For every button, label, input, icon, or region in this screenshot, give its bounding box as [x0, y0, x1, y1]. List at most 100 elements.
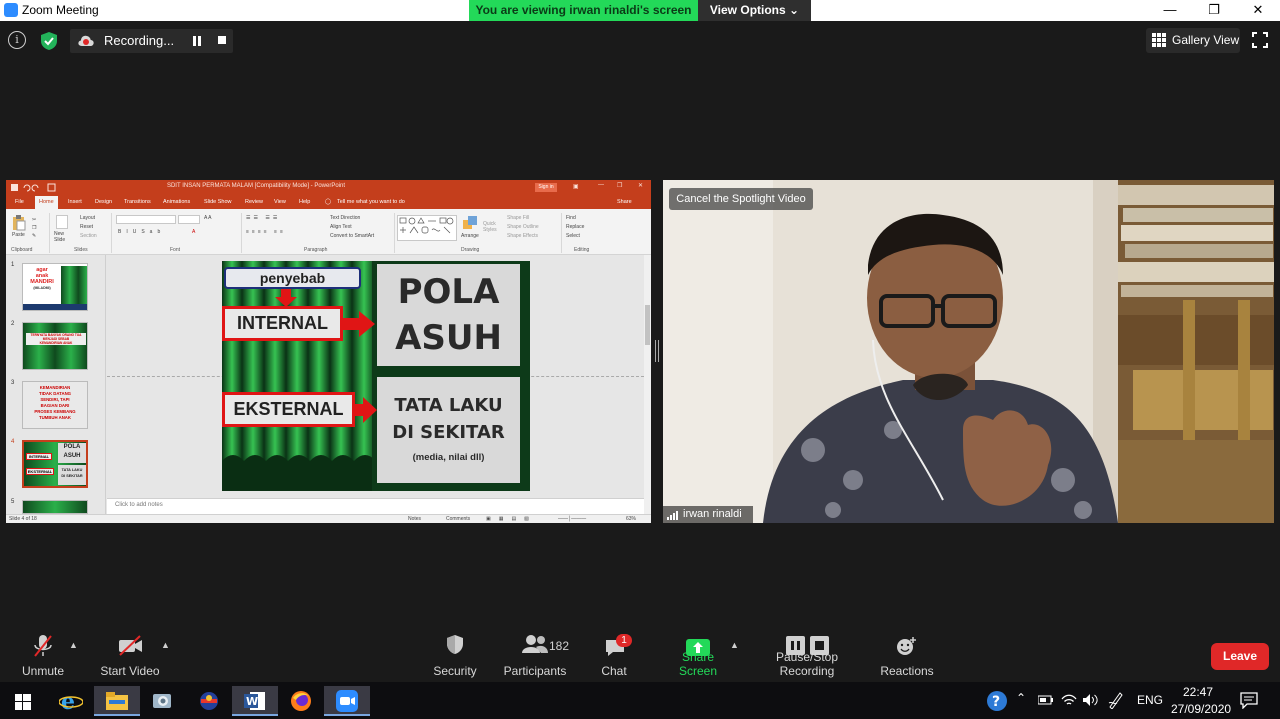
- encryption-shield-icon[interactable]: [38, 30, 60, 52]
- pause-recording-icon[interactable]: [192, 36, 202, 46]
- slide-thumbnail-1[interactable]: agar anak MANDIRI (MILADMI): [22, 263, 88, 311]
- paste-label[interactable]: Paste: [12, 232, 25, 238]
- slide-thumbnails-pane[interactable]: 1 agar anak MANDIRI (MILADMI) 2 TERNYATA…: [6, 255, 106, 514]
- taskbar-date[interactable]: 27/09/2020: [1171, 702, 1231, 716]
- minimize-icon[interactable]: —: [1148, 0, 1192, 21]
- align-text-button[interactable]: Align Text: [330, 224, 352, 230]
- start-video-button[interactable]: Start Video: [96, 634, 164, 678]
- slide-thumbnail-5[interactable]: [22, 500, 88, 514]
- ppt-tab[interactable]: Animations: [163, 199, 190, 205]
- section-button[interactable]: Section: [80, 233, 97, 239]
- paste-icon[interactable]: [12, 215, 26, 231]
- text-direction-button[interactable]: Text Direction: [330, 215, 360, 221]
- replace-button[interactable]: Replace: [566, 224, 584, 230]
- view-mode-icons[interactable]: ▣▦▤▧: [486, 516, 537, 522]
- ppt-maximize-icon[interactable]: ❐: [617, 182, 622, 189]
- ppt-scrollbar[interactable]: [644, 255, 651, 514]
- list-icons[interactable]: ☰☰ ☰☰: [246, 215, 280, 221]
- font-family-select[interactable]: [116, 215, 176, 224]
- unmute-button[interactable]: Unmute: [18, 634, 68, 678]
- ppt-tab[interactable]: Transitions: [124, 199, 151, 205]
- font-size-select[interactable]: [178, 215, 200, 224]
- internet-explorer-icon[interactable]: e: [48, 686, 94, 716]
- arrange-icon[interactable]: [462, 215, 478, 231]
- shared-screen[interactable]: SDIT INSAN PERMATA MALAM [Compatibility …: [6, 180, 651, 523]
- slide-thumbnail-4-selected[interactable]: POLA ASUH INTERNAL EKSTERNAL TATA LAKU D…: [22, 440, 88, 488]
- zoom-slider[interactable]: ——│———: [558, 516, 586, 522]
- split-view-handle[interactable]: [655, 340, 659, 362]
- ppt-tab[interactable]: Help: [299, 199, 310, 205]
- font-format-icons[interactable]: BIUSab: [118, 229, 165, 235]
- current-slide[interactable]: penyebab INTERNAL EKSTERNAL POLA ASUH TA…: [222, 261, 530, 491]
- shape-effects-button[interactable]: Shape Effects: [507, 233, 538, 239]
- pause-stop-recording-button[interactable]: Pause/Stop Recording: [750, 634, 864, 678]
- arrange-label[interactable]: Arrange: [461, 233, 479, 239]
- new-slide-label[interactable]: New Slide: [54, 231, 72, 243]
- leave-button[interactable]: Leave: [1211, 643, 1269, 670]
- view-options-button[interactable]: View Options ⌄: [698, 0, 811, 21]
- notes-toggle[interactable]: Notes: [408, 516, 421, 522]
- cancel-spotlight-button[interactable]: Cancel the Spotlight Video: [669, 188, 813, 210]
- layout-button[interactable]: Layout: [80, 215, 95, 221]
- participants-button[interactable]: 182 Participants: [502, 634, 569, 678]
- fullscreen-icon[interactable]: [1252, 32, 1268, 48]
- shape-fill-button[interactable]: Shape Fill: [507, 215, 529, 221]
- font-grow-icon[interactable]: A A: [204, 215, 212, 221]
- video-options-caret-icon[interactable]: ▲: [161, 640, 170, 650]
- quick-styles-label[interactable]: Quick Styles: [483, 221, 501, 233]
- app-icon[interactable]: [140, 686, 186, 716]
- find-button[interactable]: Find: [566, 215, 576, 221]
- align-icons[interactable]: ≡≡≡≡ ≡≡: [246, 229, 286, 235]
- new-slide-icon[interactable]: [56, 215, 68, 229]
- convert-smartart-button[interactable]: Convert to SmartArt: [330, 233, 374, 239]
- ppt-sign-in-button[interactable]: Sign in: [535, 183, 557, 192]
- maximize-icon[interactable]: ❐: [1192, 0, 1236, 21]
- pen-workspace-icon[interactable]: [1108, 691, 1124, 709]
- ppt-minimize-icon[interactable]: —: [598, 182, 604, 188]
- stop-recording-icon[interactable]: [218, 36, 226, 44]
- participant-video[interactable]: [663, 180, 1274, 523]
- notifications-icon[interactable]: [1240, 691, 1258, 709]
- shape-outline-button[interactable]: Shape Outline: [507, 224, 539, 230]
- close-icon[interactable]: ✕: [1236, 0, 1280, 21]
- ppt-share-button[interactable]: Share: [617, 199, 632, 205]
- scrollbar-thumb[interactable]: [645, 305, 650, 345]
- gallery-view-button[interactable]: Gallery View: [1146, 28, 1240, 53]
- ppt-tab[interactable]: Slide Show: [204, 199, 232, 205]
- reset-button[interactable]: Reset: [80, 224, 93, 230]
- zoom-level[interactable]: 63%: [626, 516, 636, 522]
- help-icon[interactable]: ?: [986, 690, 1008, 712]
- ppt-tab[interactable]: Design: [95, 199, 112, 205]
- reactions-button[interactable]: Reactions: [878, 634, 936, 678]
- ppt-tab[interactable]: View: [274, 199, 286, 205]
- audio-options-caret-icon[interactable]: ▲: [69, 640, 78, 650]
- cut-icon[interactable]: ✂: [32, 217, 36, 223]
- taskbar-time[interactable]: 22:47: [1183, 685, 1213, 699]
- zoom-icon[interactable]: [324, 686, 370, 716]
- share-screen-button[interactable]: Share Screen: [662, 634, 734, 678]
- font-color-icon[interactable]: A: [192, 229, 195, 235]
- select-button[interactable]: Select: [566, 233, 580, 239]
- share-options-caret-icon[interactable]: ▲: [730, 640, 739, 650]
- copy-icon[interactable]: ❐: [32, 225, 36, 231]
- security-button[interactable]: Security: [430, 634, 480, 678]
- file-explorer-icon[interactable]: [94, 686, 140, 716]
- slide-thumbnail-2[interactable]: TERNYATA BANYAK ORANG TUA MENJADI SEBAB …: [22, 322, 88, 370]
- ppt-tab-home[interactable]: Home: [35, 196, 58, 209]
- volume-icon[interactable]: [1082, 693, 1100, 707]
- ppt-tab[interactable]: File: [15, 199, 24, 205]
- shapes-gallery[interactable]: [397, 215, 457, 241]
- ppt-tab[interactable]: Review: [245, 199, 263, 205]
- start-icon[interactable]: [0, 686, 46, 716]
- meeting-info-icon[interactable]: i: [8, 31, 26, 49]
- battery-icon[interactable]: [1038, 695, 1054, 705]
- language-indicator[interactable]: ENG: [1137, 693, 1163, 707]
- ppt-ribbon-display-icon[interactable]: ▣: [573, 183, 579, 190]
- chat-button[interactable]: 1 Chat: [594, 634, 634, 678]
- comments-toggle[interactable]: Comments: [446, 516, 470, 522]
- word-icon[interactable]: W: [232, 686, 278, 716]
- wifi-icon[interactable]: [1061, 693, 1077, 707]
- show-hidden-icons-chevron-icon[interactable]: ⌃: [1016, 691, 1026, 705]
- ppt-close-icon[interactable]: ✕: [638, 182, 643, 189]
- firefox-icon[interactable]: [278, 686, 324, 716]
